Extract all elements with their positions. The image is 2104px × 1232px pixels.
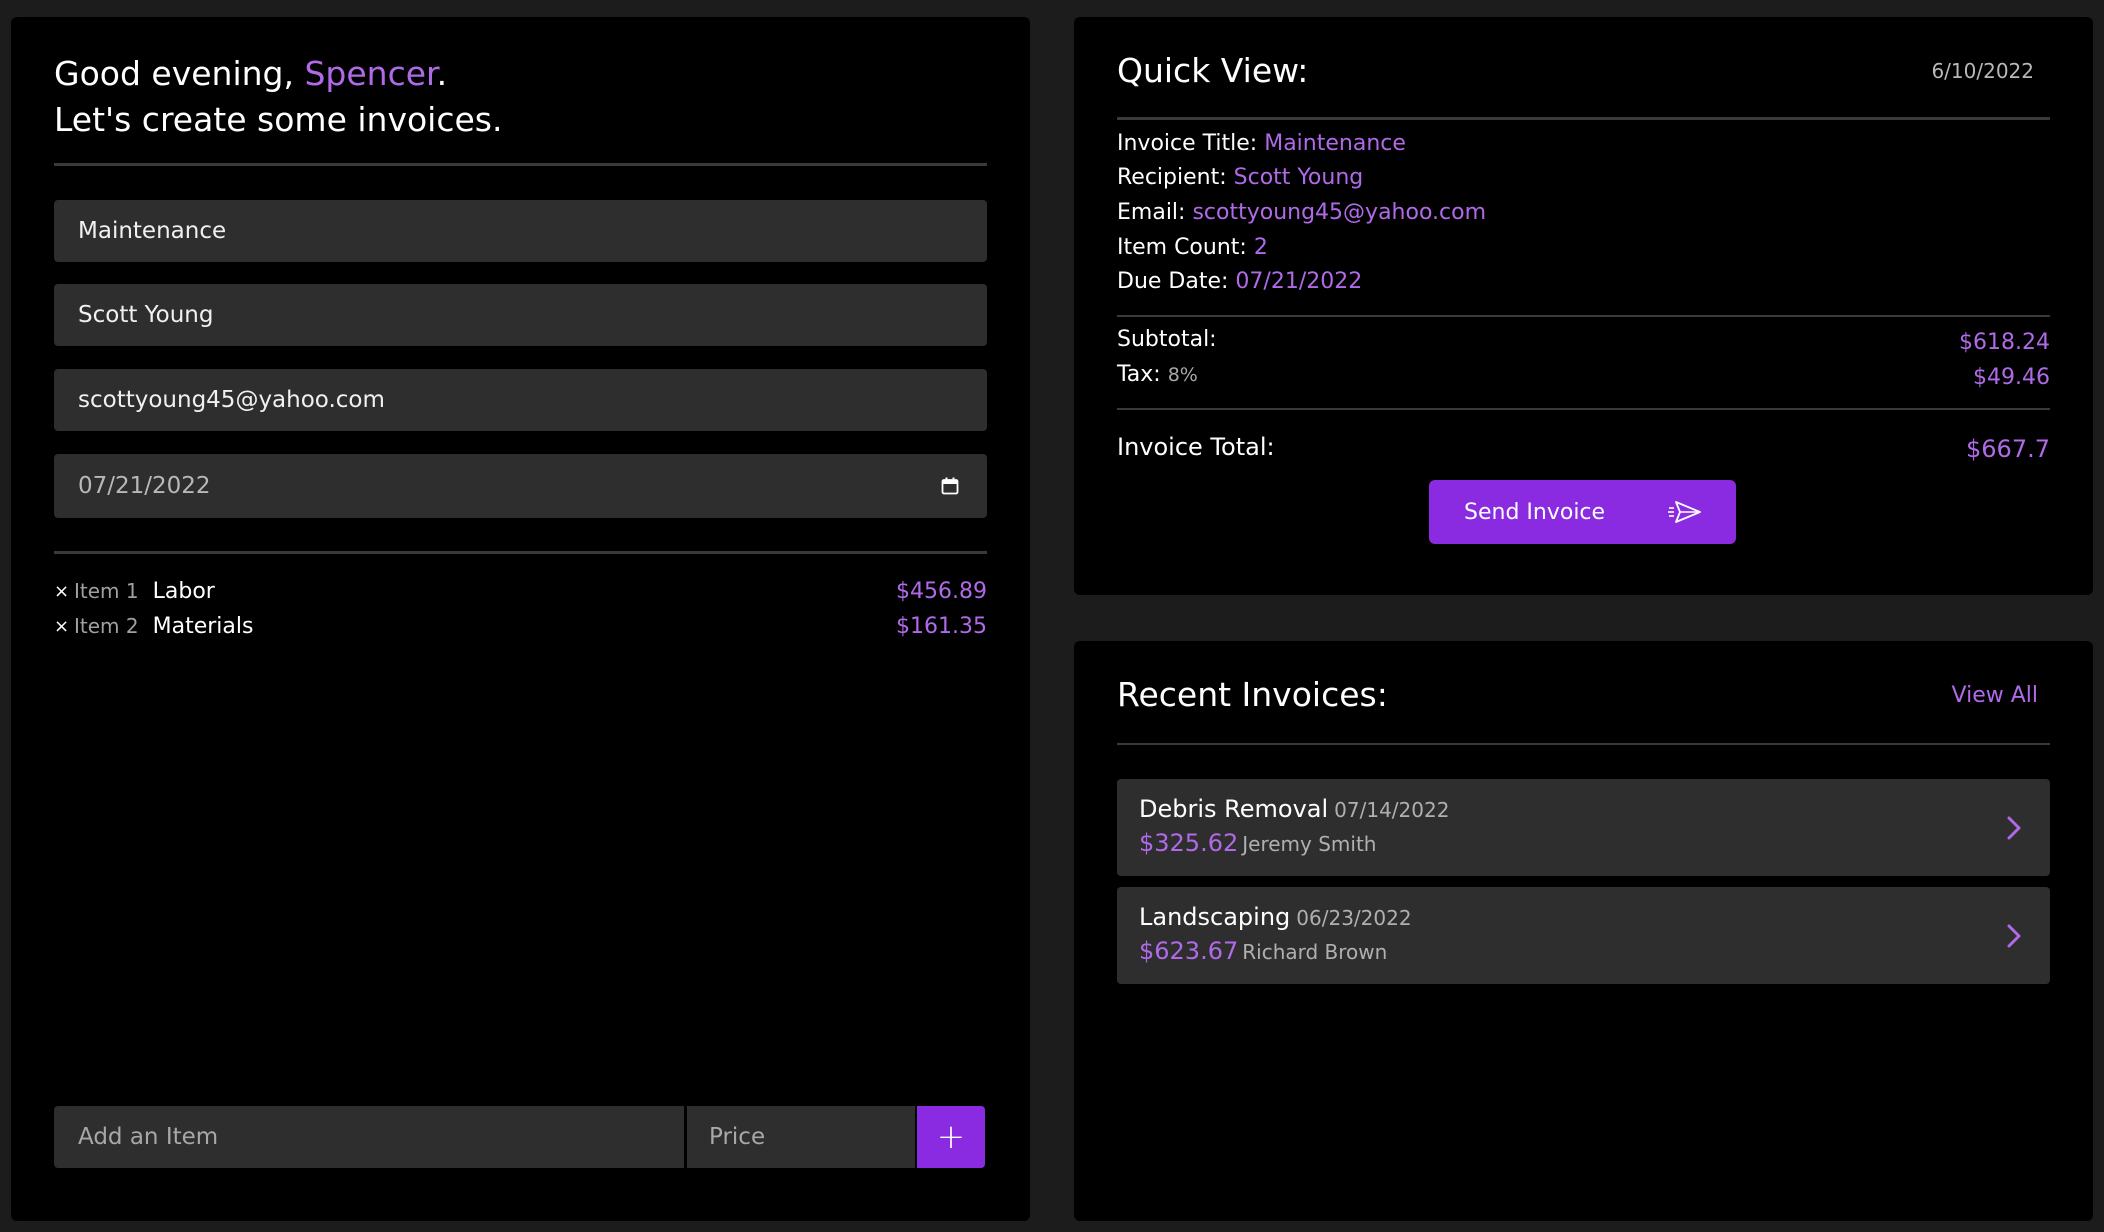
chevron-right-icon[interactable] [2006, 923, 2022, 949]
item-number: Item 2 [74, 614, 139, 638]
invoice-recipient: Richard Brown [1242, 940, 1388, 964]
add-item-button[interactable]: + [917, 1106, 985, 1168]
tax-value: $49.46 [1973, 365, 2050, 390]
divider [1117, 315, 2050, 317]
recent-invoice-card[interactable]: Landscaping 06/23/2022 $623.67 Richard Bro… [1117, 887, 2050, 984]
email-text: scottyoung45@yahoo.com [1192, 200, 1487, 225]
divider [54, 551, 987, 554]
quick-view-panel: Quick View: 6/10/2022 Invoice Title: Mai… [1074, 17, 2093, 595]
invoice-recipient: Jeremy Smith [1242, 832, 1377, 856]
view-all-link[interactable]: View All [1952, 683, 2038, 708]
invoice-title: Debris Removal [1139, 795, 1329, 823]
add-item-placeholder: Add an Item [78, 1124, 219, 1150]
user-name: Spencer [304, 54, 437, 93]
tax-row: Tax: 8% [1117, 358, 1198, 392]
email-label: Email: [1117, 200, 1186, 225]
recent-invoices-title: Recent Invoices: [1117, 675, 1388, 714]
recipient-input[interactable]: Scott Young [54, 284, 987, 346]
send-invoice-button[interactable]: Send Invoice [1429, 480, 1736, 544]
price-placeholder: Price [709, 1124, 766, 1150]
tax-rate: 8% [1167, 364, 1198, 386]
due-date-input[interactable]: 07/21/2022 [54, 454, 987, 518]
email-row: Email: scottyoung45@yahoo.com [1117, 196, 1486, 230]
due-date-row: Due Date: 07/21/2022 [1117, 265, 1362, 299]
subtotal-value: $618.24 [1959, 330, 2050, 355]
item-count-label: Item Count: [1117, 235, 1247, 260]
item-price: $161.35 [896, 613, 987, 639]
recipient-row: Recipient: Scott Young [1117, 161, 1363, 195]
invoice-amount: $623.67 [1139, 937, 1239, 965]
add-item-bar: Add an Item Price + [54, 1106, 995, 1168]
recent-invoice-card[interactable]: Debris Removal 07/14/2022 $325.62 Jeremy S… [1117, 779, 2050, 876]
item-count-text: 2 [1253, 235, 1268, 260]
list-item: × Item 1 Labor $456.89 [54, 576, 987, 606]
divider [1117, 408, 2050, 410]
list-item: × Item 2 Materials $161.35 [54, 611, 987, 641]
send-invoice-label: Send Invoice [1464, 499, 1606, 525]
remove-item-icon[interactable]: × [54, 616, 69, 637]
greeting-heading: Good evening, Spencer. Let's create some… [54, 51, 502, 143]
item-name: Labor [152, 578, 215, 604]
email-input[interactable]: scottyoung45@yahoo.com [54, 369, 987, 431]
due-date-text: 07/21/2022 [1235, 269, 1363, 294]
quick-view-title: Quick View: [1117, 51, 1309, 90]
invoice-total-label: Invoice Total: [1117, 433, 1275, 461]
greeting-prefix: Good evening, [54, 54, 305, 93]
invoice-summary: $623.67 Richard Brown [1139, 937, 1387, 965]
invoice-title-value: Maintenance [78, 218, 227, 244]
item-price: $456.89 [896, 578, 987, 604]
recipient-text: Scott Young [1233, 165, 1364, 190]
item-count-row: Item Count: 2 [1117, 231, 1268, 265]
subtotal-label: Subtotal: [1117, 327, 1217, 352]
item-name: Materials [152, 613, 254, 639]
calendar-icon[interactable] [941, 477, 959, 495]
invoice-header: Debris Removal 07/14/2022 [1139, 795, 1449, 823]
plus-icon: + [936, 1117, 966, 1157]
greeting-suffix: . [436, 54, 448, 93]
due-date-value: 07/21/2022 [78, 473, 211, 499]
due-date-label: Due Date: [1117, 269, 1229, 294]
invoice-builder-panel: Good evening, Spencer. Let's create some… [11, 17, 1030, 1221]
invoice-date: 06/23/2022 [1296, 906, 1412, 930]
greeting-subtitle: Let's create some invoices. [54, 100, 503, 139]
invoice-title-text: Maintenance [1264, 131, 1406, 156]
add-item-input[interactable]: Add an Item [54, 1106, 684, 1168]
paper-plane-icon [1668, 501, 1701, 523]
remove-item-icon[interactable]: × [54, 581, 69, 602]
invoice-title-label: Invoice Title: [1117, 131, 1258, 156]
quick-view-date: 6/10/2022 [1931, 59, 2034, 83]
chevron-right-icon[interactable] [2006, 815, 2022, 841]
tax-label: Tax: [1117, 362, 1161, 387]
invoice-total-value: $667.7 [1966, 435, 2050, 463]
invoice-date: 07/14/2022 [1334, 798, 1450, 822]
email-value: scottyoung45@yahoo.com [78, 387, 385, 413]
recent-invoices-panel: Recent Invoices: View All Debris Removal… [1074, 641, 2093, 1221]
divider [1117, 117, 2050, 120]
divider [1117, 743, 2050, 745]
invoice-amount: $325.62 [1139, 829, 1239, 857]
invoice-header: Landscaping 06/23/2022 [1139, 903, 1412, 931]
invoice-title-input[interactable]: Maintenance [54, 200, 987, 262]
invoice-title-row: Invoice Title: Maintenance [1117, 127, 1406, 161]
item-number: Item 1 [74, 579, 139, 603]
recipient-value: Scott Young [78, 302, 214, 328]
price-input[interactable]: Price [687, 1106, 915, 1168]
invoice-summary: $325.62 Jeremy Smith [1139, 829, 1376, 857]
recipient-label: Recipient: [1117, 165, 1227, 190]
divider [54, 163, 987, 166]
invoice-title: Landscaping [1139, 903, 1291, 931]
